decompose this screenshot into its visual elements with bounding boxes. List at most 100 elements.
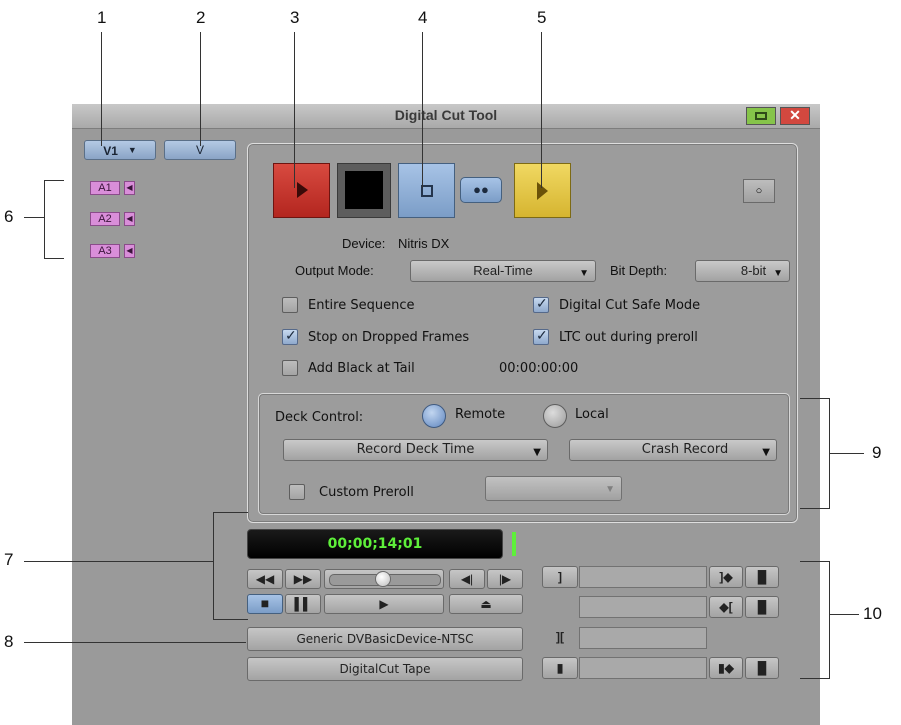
play-button[interactable] xyxy=(514,163,571,218)
custom-preroll-checkbox[interactable] xyxy=(289,484,305,500)
stop-transport-button[interactable]: ■ xyxy=(247,594,283,614)
step-back-button[interactable]: ◀| xyxy=(449,569,485,589)
callout-bracket-10-top xyxy=(800,561,830,562)
callout-line-7 xyxy=(24,561,214,562)
safe-mode-checkbox[interactable]: ✓ xyxy=(533,295,549,313)
callout-1: 1 xyxy=(97,8,107,27)
dots-icon: ●● xyxy=(473,182,489,197)
clear-in-button[interactable]: ▐▌ xyxy=(745,566,779,588)
play-triangle-icon xyxy=(297,182,308,198)
settings-dot-button[interactable]: ○ xyxy=(743,179,775,203)
clear-out-button[interactable]: ▐▌ xyxy=(745,596,779,618)
window-title: Digital Cut Tool xyxy=(394,107,498,123)
checkmark-icon: ✓ xyxy=(536,327,548,343)
callout-7: 7 xyxy=(4,550,14,569)
track-a3-monitor-icon[interactable]: ◀ xyxy=(124,244,135,258)
ltc-out-checkbox[interactable]: ✓ xyxy=(533,327,549,345)
callout-line-8 xyxy=(24,642,246,643)
clip-field[interactable] xyxy=(579,657,707,679)
maximize-button[interactable] xyxy=(746,107,776,125)
chevron-down-icon: ▼ xyxy=(762,447,770,458)
deck-select-button[interactable]: Generic DVBasicDevice-NTSC xyxy=(247,627,523,651)
bit-depth-dropdown[interactable]: 8-bit ▼ xyxy=(695,260,790,282)
entire-sequence-label: Entire Sequence xyxy=(308,298,415,313)
callout-bracket-6-bottom xyxy=(44,258,64,259)
step-forward-icon: |▶ xyxy=(498,572,512,586)
entire-sequence-checkbox[interactable] xyxy=(282,297,298,313)
eject-icon: ⏏ xyxy=(480,597,492,611)
shuttle-knob[interactable] xyxy=(375,571,391,587)
mark-in-button[interactable]: ] xyxy=(542,566,578,588)
duration-field[interactable] xyxy=(579,627,707,649)
timecode-value: 00;00;14;01 xyxy=(327,536,423,552)
checkmark-icon: ✓ xyxy=(536,295,548,311)
mark-in-icon: ] xyxy=(558,570,562,584)
mark-clip-icon: ▮ xyxy=(556,661,564,675)
local-label: Local xyxy=(575,407,609,422)
track-selector-v1[interactable]: V1 ▼ xyxy=(84,140,156,160)
duration-icon: ][ xyxy=(556,630,564,644)
chevron-down-icon: ▼ xyxy=(127,145,137,155)
callout-3: 3 xyxy=(290,8,300,27)
chevron-down-icon: ▼ xyxy=(533,447,541,458)
stop-dropped-frames-checkbox[interactable]: ✓ xyxy=(282,327,298,345)
mark-in-field[interactable] xyxy=(579,566,707,588)
record-button[interactable] xyxy=(273,163,330,218)
clear-marks-icon: ▐▌ xyxy=(753,661,771,675)
deck-name: Generic DVBasicDevice-NTSC xyxy=(296,632,474,646)
deck-time-dropdown[interactable]: Record Deck Time ▼ xyxy=(283,439,548,461)
close-icon: ✕ xyxy=(789,107,801,123)
track-a1[interactable]: A1 xyxy=(90,181,120,195)
callout-line-10 xyxy=(829,614,859,615)
track-a1-monitor-icon[interactable]: ◀ xyxy=(124,181,135,195)
mark-out-field[interactable] xyxy=(579,596,707,618)
go-to-mark-button[interactable]: ▮◆ xyxy=(709,657,743,679)
pause-transport-button[interactable]: ▌▌ xyxy=(285,594,321,614)
remote-radio[interactable] xyxy=(422,404,446,428)
track-a2[interactable]: A2 xyxy=(90,212,120,226)
rewind-button[interactable]: ◀◀ xyxy=(247,569,283,589)
close-button[interactable]: ✕ xyxy=(780,107,810,125)
shuttle-slider[interactable] xyxy=(324,569,444,589)
black-duration-value: 00:00:00:00 xyxy=(499,361,579,376)
stop-dropped-frames-label: Stop on Dropped Frames xyxy=(308,330,470,345)
clear-marks-button[interactable]: ▐▌ xyxy=(745,657,779,679)
go-to-in-button[interactable]: ]◆ xyxy=(709,566,743,588)
callout-2: 2 xyxy=(196,8,206,27)
mark-clip-button[interactable]: ▮ xyxy=(542,657,578,679)
add-black-label: Add Black at Tail xyxy=(308,361,415,376)
play-outline-icon xyxy=(537,182,548,200)
clear-out-icon: ▐▌ xyxy=(753,600,771,614)
stop-button[interactable] xyxy=(398,163,455,218)
black-preview-box xyxy=(337,163,391,218)
go-to-out-button[interactable]: ◆[ xyxy=(709,596,743,618)
output-mode-value: Real-Time xyxy=(473,263,533,278)
go-to-in-icon: ]◆ xyxy=(719,570,733,584)
track-a2-monitor-icon[interactable]: ◀ xyxy=(124,212,135,226)
play-transport-button[interactable]: ▶ xyxy=(324,594,444,614)
signal-indicator xyxy=(512,532,516,556)
callout-bracket-7 xyxy=(213,512,214,620)
custom-preroll-label: Custom Preroll xyxy=(319,485,414,500)
rewind-icon: ◀◀ xyxy=(255,572,275,586)
callout-line-3 xyxy=(294,32,295,188)
tape-name: DigitalCut Tape xyxy=(339,662,431,676)
track-a3[interactable]: A3 xyxy=(90,244,120,258)
custom-preroll-dropdown[interactable]: ▼ xyxy=(485,476,622,501)
record-mode-dropdown[interactable]: Crash Record ▼ xyxy=(569,439,777,461)
add-black-checkbox[interactable] xyxy=(282,360,298,376)
digital-cut-tool-window: Digital Cut Tool ✕ V1 ▼ V A1 ◀ A2 ◀ A3 ◀ … xyxy=(72,104,820,725)
title-bar[interactable]: Digital Cut Tool ✕ xyxy=(72,104,820,129)
eject-button[interactable]: ⏏ xyxy=(449,594,523,614)
remote-label: Remote xyxy=(455,407,506,422)
fast-forward-button[interactable]: ▶▶ xyxy=(285,569,321,589)
pause-dots-button[interactable]: ●● xyxy=(460,177,502,203)
go-to-out-icon: ◆[ xyxy=(719,600,733,614)
ltc-out-label: LTC out during preroll xyxy=(559,330,698,345)
local-radio[interactable] xyxy=(543,404,567,428)
callout-bracket-10 xyxy=(829,561,830,679)
output-mode-dropdown[interactable]: Real-Time ▼ xyxy=(410,260,596,282)
fast-forward-icon: ▶▶ xyxy=(293,572,313,586)
step-forward-button[interactable]: |▶ xyxy=(487,569,523,589)
tape-select-button[interactable]: DigitalCut Tape xyxy=(247,657,523,681)
